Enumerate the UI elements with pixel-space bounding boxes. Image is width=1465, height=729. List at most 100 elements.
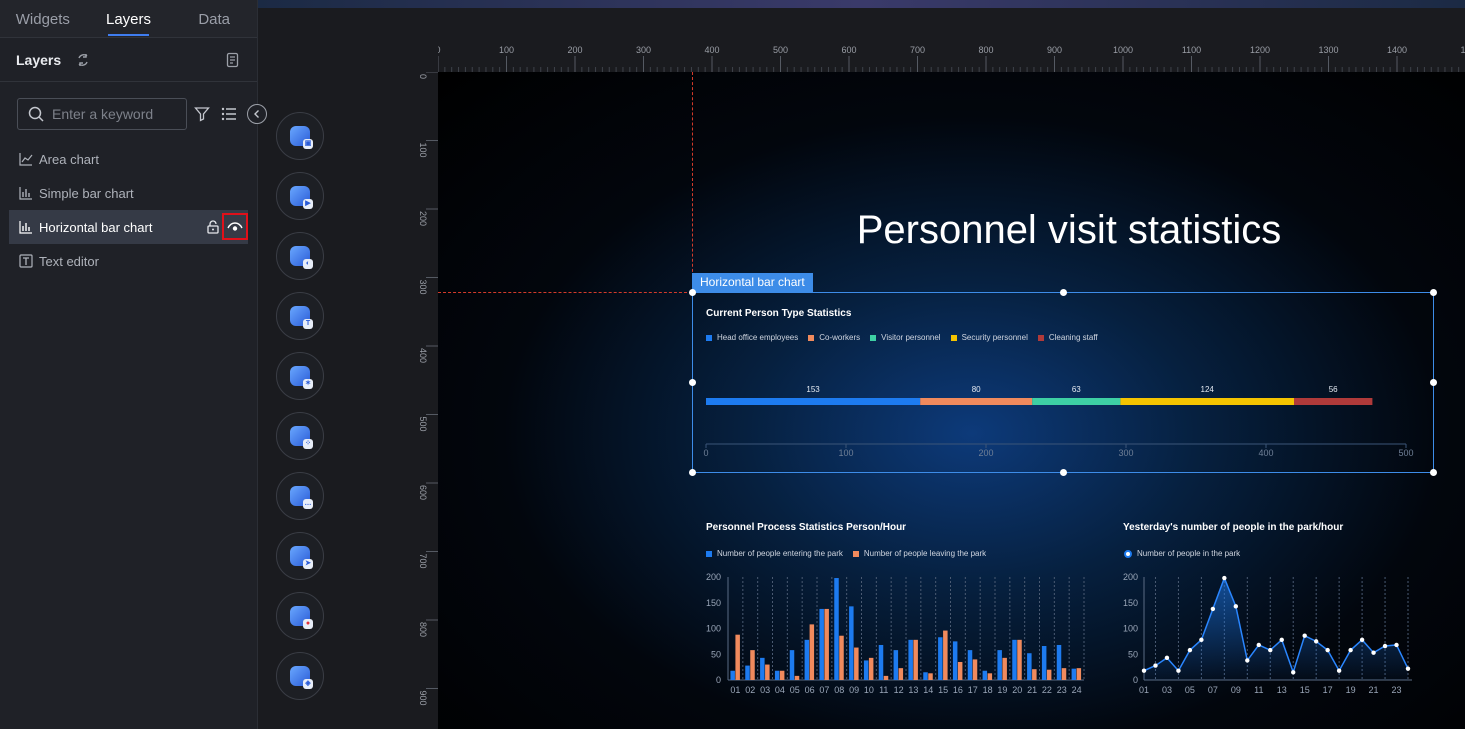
resize-handle[interactable] [1430, 469, 1437, 476]
tab-layers[interactable]: Layers [86, 0, 172, 37]
list-view-icon[interactable] [221, 106, 237, 122]
park-line-chart: 0 50 100 150 200 01 03 05 07 09 11 13 15 17 19 21 23 [1123, 572, 1412, 695]
map-widget-icon: ◐ [290, 246, 313, 269]
legend-label: Head office employees [717, 333, 799, 342]
data-point [1187, 647, 1193, 653]
bar [952, 641, 958, 680]
bar-value-label: 124 [1201, 385, 1215, 394]
data-point [1141, 668, 1147, 673]
video-widget-icon: ▶ [290, 186, 313, 209]
layer-item-simple-bar-chart[interactable]: Simple bar chart [0, 176, 257, 210]
bar [779, 670, 785, 680]
legend-item[interactable]: Number of people leaving the park [852, 549, 986, 558]
box-widget-button[interactable]: ◈ [276, 652, 324, 700]
unlock-icon[interactable] [206, 220, 220, 234]
resize-handle[interactable] [1430, 379, 1437, 386]
text-widget-button[interactable]: T [276, 292, 324, 340]
bar [967, 650, 973, 680]
area-fill [1144, 578, 1408, 680]
bar [839, 635, 844, 680]
more-widget-icon: … [290, 486, 313, 509]
legend-swatch [706, 334, 712, 341]
resize-handle[interactable] [689, 379, 696, 386]
layers-header: Layers [0, 38, 257, 82]
x-tick-label: 21 [1369, 685, 1379, 695]
ruler-label: 15 [1460, 45, 1465, 55]
filter-icon[interactable] [194, 106, 210, 122]
legend-item[interactable]: Number of people in the park [1124, 549, 1240, 558]
tab-data[interactable]: Data [171, 0, 257, 37]
x-tick-label: 03 [1162, 685, 1172, 695]
y-tick-label: 50 [711, 649, 721, 659]
more-widget-button[interactable]: … [276, 472, 324, 520]
tab-widgets[interactable]: Widgets [0, 0, 86, 37]
bar-chart-icon [19, 187, 32, 200]
image-widget-button[interactable]: ▣ [276, 112, 324, 160]
bar [834, 578, 839, 680]
x-tick-label: 100 [838, 448, 853, 458]
bar [824, 608, 829, 680]
ruler-label: 600 [841, 45, 856, 55]
x-tick-label: 500 [1398, 448, 1413, 458]
text-icon [19, 254, 33, 268]
x-tick-label: 15 [1300, 685, 1310, 695]
resize-handle[interactable] [1060, 289, 1067, 296]
data-point [1302, 633, 1307, 638]
data-point [1291, 670, 1296, 675]
document-icon[interactable] [225, 52, 241, 68]
resize-handle[interactable] [1430, 289, 1437, 296]
graph-widget-button[interactable]: ✶ [276, 352, 324, 400]
y-tick-label: 150 [1123, 598, 1138, 608]
layer-item-text-editor[interactable]: Text editor [0, 244, 257, 278]
legend-label: Visitor personnel [881, 333, 941, 342]
layer-item-label: Simple bar chart [39, 185, 134, 201]
legend-item[interactable]: Co-workers [808, 333, 860, 342]
x-tick-label: 02 [745, 685, 755, 695]
legend-item[interactable]: Security personnel [950, 333, 1028, 342]
x-tick-label: 17 [968, 685, 978, 695]
map-widget-button[interactable]: ◐ [276, 232, 324, 280]
x-tick-label: 0 [703, 448, 708, 458]
visibility-toggle[interactable] [222, 213, 248, 240]
collapse-panel-icon[interactable] [247, 104, 267, 124]
resize-handle[interactable] [689, 469, 696, 476]
bar [883, 675, 889, 680]
y-tick-label: 200 [706, 572, 721, 582]
x-tick-label: 08 [834, 685, 844, 695]
screen-title[interactable]: Personnel visit statistics [438, 208, 1465, 253]
search-row [0, 82, 257, 142]
legend-swatch [852, 550, 859, 557]
send-widget-button[interactable]: ➤ [276, 532, 324, 580]
record-widget-button[interactable]: ● [276, 592, 324, 640]
layer-item-area-chart[interactable]: Area chart [0, 142, 257, 176]
layer-item-horizontal-bar-chart[interactable]: Horizontal bar chart [9, 210, 248, 244]
bar [849, 606, 854, 680]
x-tick-label: 18 [983, 685, 993, 695]
bar [1041, 646, 1047, 680]
search-field[interactable] [17, 98, 187, 130]
legend-item[interactable]: Cleaning staff [1037, 333, 1098, 342]
x-tick-label: 300 [1118, 448, 1133, 458]
network-widget-button[interactable]: ⁘ [276, 412, 324, 460]
ruler-label: 0 [418, 74, 428, 79]
search-input[interactable] [52, 106, 172, 122]
legend-item[interactable]: Head office employees [706, 333, 798, 342]
dashboard-screen: Personnel visit statistics Horizontal ba… [438, 72, 1465, 729]
legend-item[interactable]: Visitor personnel [870, 333, 941, 342]
bar [730, 670, 735, 680]
y-tick-label: 150 [706, 598, 721, 608]
video-widget-button[interactable]: ▶ [276, 172, 324, 220]
data-point [1176, 668, 1181, 673]
sync-icon[interactable] [75, 52, 91, 68]
ruler-label: 100 [418, 143, 428, 158]
legend-swatch [950, 334, 957, 341]
resize-handle[interactable] [689, 289, 696, 296]
x-tick-label: 07 [819, 685, 829, 695]
x-tick-label: 19 [1346, 685, 1356, 695]
bar-segment [920, 398, 1033, 405]
x-tick-label: 14 [923, 685, 933, 695]
bar-chart-icon [19, 221, 32, 234]
data-point [1371, 650, 1376, 655]
x-tick-label: 17 [1323, 685, 1333, 695]
legend-item[interactable]: Number of people entering the park [706, 549, 843, 558]
